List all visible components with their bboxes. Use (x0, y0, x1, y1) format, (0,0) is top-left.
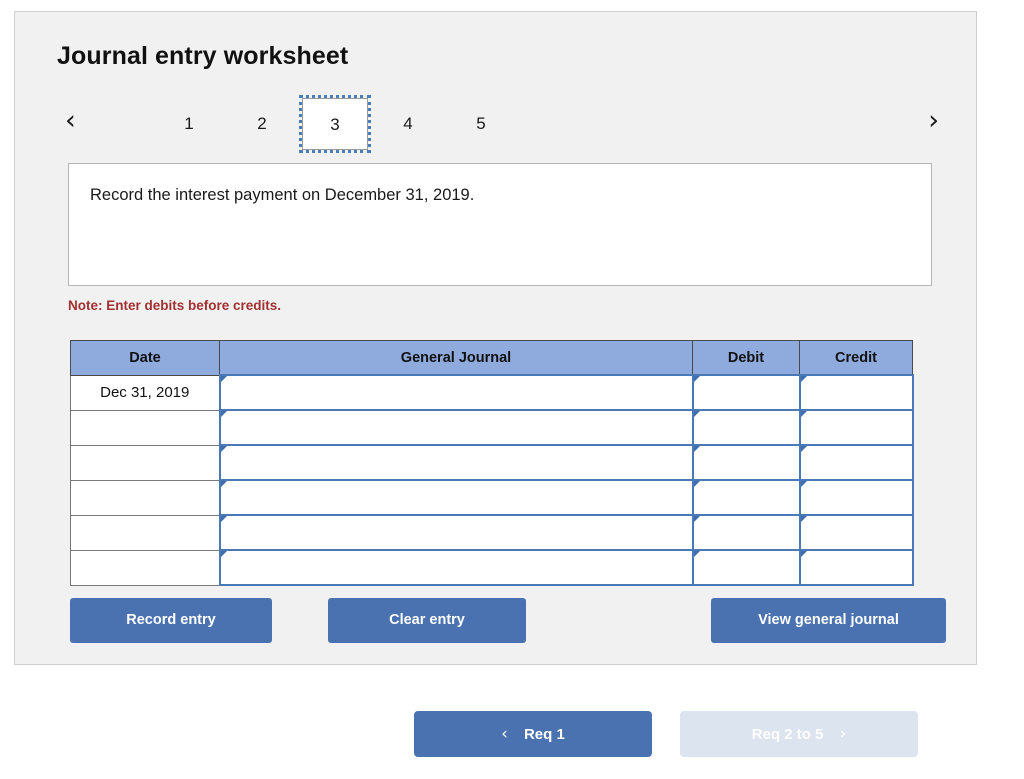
req-next-button[interactable]: Req 2 to 5 › (680, 711, 918, 757)
dropdown-corner-icon (800, 481, 807, 493)
general-journal-input[interactable] (218, 549, 694, 586)
tab-1[interactable]: 1 (156, 98, 222, 150)
credit-input[interactable] (798, 479, 914, 516)
tab-2[interactable]: 2 (229, 98, 295, 150)
view-general-journal-button[interactable]: View general journal (711, 598, 946, 643)
general-journal-input[interactable] (218, 479, 694, 516)
dropdown-corner-icon (693, 376, 700, 388)
chevron-left-icon: ‹ (501, 724, 508, 744)
debit-input[interactable] (691, 374, 801, 411)
worksheet-tab-strip: ‹ › 1 2 3 4 5 (53, 92, 943, 154)
debit-value (694, 516, 799, 549)
credit-value (801, 516, 912, 549)
general-journal-value (221, 551, 692, 584)
debit-input[interactable] (691, 409, 801, 446)
tab-3[interactable]: 3 (299, 95, 371, 153)
dropdown-corner-icon (693, 411, 700, 423)
column-header-debit: Debit (692, 340, 800, 376)
debit-value (694, 376, 799, 409)
screen-root: Journal entry worksheet ‹ › 1 2 3 4 5 Re… (0, 0, 1024, 779)
debit-value (694, 481, 799, 514)
credit-value (801, 551, 912, 584)
general-journal-value (221, 411, 692, 444)
table-header-row: Date General Journal Debit Credit (70, 340, 913, 376)
requirement-navigation: ‹ Req 1 Req 2 to 5 › (0, 711, 1024, 759)
dropdown-corner-icon (693, 481, 700, 493)
date-cell[interactable] (70, 444, 220, 481)
date-cell[interactable] (70, 409, 220, 446)
req-prev-button[interactable]: ‹ Req 1 (414, 711, 652, 757)
req-next-label: Req 2 to 5 (751, 725, 824, 743)
journal-entry-table: Date General Journal Debit Credit Dec 31… (70, 340, 914, 586)
dropdown-corner-icon (800, 516, 807, 528)
credit-input[interactable] (798, 409, 914, 446)
debits-before-credits-note: Note: Enter debits before credits. (68, 298, 282, 313)
dropdown-corner-icon (800, 376, 807, 388)
date-cell[interactable] (70, 549, 220, 586)
chevron-right-icon[interactable]: › (928, 106, 939, 136)
general-journal-value (221, 376, 692, 409)
column-header-credit: Credit (799, 340, 913, 376)
dropdown-corner-icon (693, 446, 700, 458)
column-header-general-journal: General Journal (219, 340, 693, 376)
credit-input[interactable] (798, 444, 914, 481)
journal-entry-worksheet-panel: Journal entry worksheet ‹ › 1 2 3 4 5 Re… (14, 11, 977, 665)
dropdown-corner-icon (220, 481, 227, 493)
dropdown-corner-icon (693, 551, 700, 563)
dropdown-corner-icon (800, 446, 807, 458)
dropdown-corner-icon (800, 411, 807, 423)
tab-4[interactable]: 4 (375, 98, 441, 150)
dropdown-corner-icon (800, 551, 807, 563)
debit-input[interactable] (691, 479, 801, 516)
credit-value (801, 411, 912, 444)
credit-input[interactable] (798, 514, 914, 551)
table-row (70, 444, 914, 481)
date-cell[interactable] (70, 479, 220, 516)
dropdown-corner-icon (220, 446, 227, 458)
debit-value (694, 411, 799, 444)
general-journal-value (221, 516, 692, 549)
debit-input[interactable] (691, 549, 801, 586)
general-journal-input[interactable] (218, 409, 694, 446)
dropdown-corner-icon (693, 516, 700, 528)
debit-value (694, 446, 799, 479)
page-title: Journal entry worksheet (57, 42, 349, 70)
dropdown-corner-icon (220, 411, 227, 423)
req-prev-label: Req 1 (523, 725, 565, 743)
general-journal-input[interactable] (218, 374, 694, 411)
general-journal-value (221, 481, 692, 514)
debit-input[interactable] (691, 444, 801, 481)
credit-value (801, 446, 912, 479)
debit-value (694, 551, 799, 584)
table-row (70, 409, 914, 446)
table-row (70, 514, 914, 551)
date-cell[interactable]: Dec 31, 2019 (70, 374, 220, 411)
record-entry-button[interactable]: Record entry (70, 598, 272, 643)
general-journal-input[interactable] (218, 444, 694, 481)
dropdown-corner-icon (220, 551, 227, 563)
dropdown-corner-icon (220, 376, 227, 388)
clear-entry-button[interactable]: Clear entry (328, 598, 526, 643)
general-journal-value (221, 446, 692, 479)
dropdown-corner-icon (220, 516, 227, 528)
chevron-right-icon: › (839, 724, 847, 744)
transaction-description-text: Record the interest payment on December … (90, 186, 475, 204)
tab-5[interactable]: 5 (448, 98, 514, 150)
table-row (70, 479, 914, 516)
credit-input[interactable] (798, 374, 914, 411)
debit-input[interactable] (691, 514, 801, 551)
transaction-description-box: Record the interest payment on December … (68, 163, 932, 286)
date-cell[interactable] (70, 514, 220, 551)
table-row: Dec 31, 2019 (70, 374, 914, 411)
table-row (70, 549, 914, 586)
general-journal-input[interactable] (218, 514, 694, 551)
chevron-left-icon[interactable]: ‹ (65, 106, 76, 136)
credit-value (801, 376, 912, 409)
credit-input[interactable] (798, 549, 914, 586)
credit-value (801, 481, 912, 514)
column-header-date: Date (70, 340, 220, 376)
